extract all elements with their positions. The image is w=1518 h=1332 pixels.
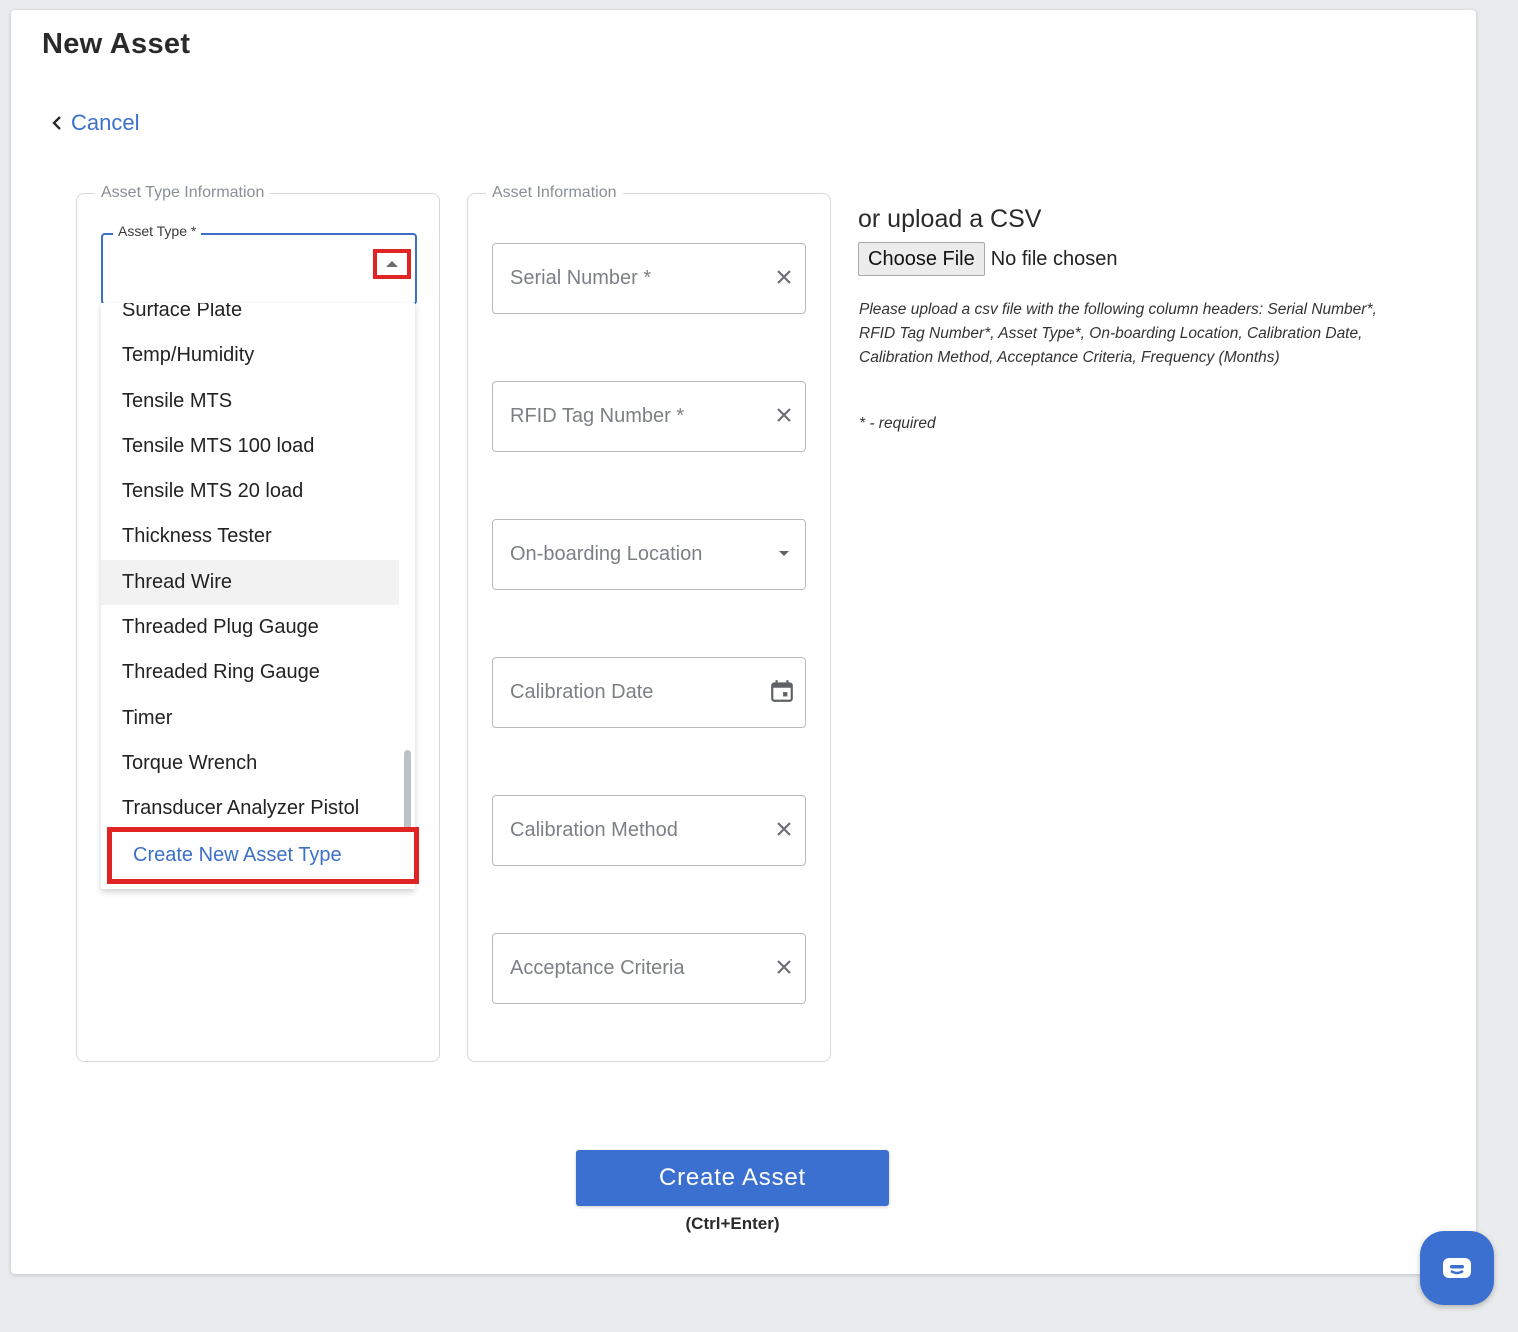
asset-information-legend: Asset Information [492, 184, 617, 201]
acceptance-criteria-placeholder: Acceptance Criteria [510, 957, 685, 979]
asset-type-option[interactable]: Threaded Plug Gauge [101, 605, 399, 650]
chat-launcher-button[interactable] [1420, 1231, 1494, 1305]
asset-type-option-hovered[interactable]: Thread Wire [101, 559, 399, 606]
clear-icon[interactable] [773, 956, 795, 978]
caret-up-icon [386, 261, 398, 267]
calibration-date-placeholder: Calibration Date [510, 681, 654, 703]
asset-type-information-legend: Asset Type Information [101, 184, 265, 201]
asset-type-dropdown-menu[interactable]: Surface Plate Temp/Humidity Tensile MTS … [101, 303, 415, 889]
dropdown-toggle-button[interactable] [373, 249, 411, 279]
chevron-left-icon [52, 116, 61, 130]
page-background: New Asset Cancel Asset Type Information … [0, 0, 1518, 1332]
csv-upload-title: or upload a CSV [858, 205, 1042, 233]
calibration-method-field[interactable]: Calibration Method [492, 795, 806, 866]
serial-number-placeholder: Serial Number * [510, 267, 652, 289]
asset-type-option[interactable]: Surface Plate [101, 303, 399, 333]
calendar-icon[interactable] [769, 678, 795, 704]
acceptance-criteria-field[interactable]: Acceptance Criteria [492, 933, 806, 1004]
required-note: * - required [859, 415, 936, 432]
calibration-date-field[interactable]: Calibration Date [492, 657, 806, 728]
clear-icon[interactable] [773, 404, 795, 426]
cancel-label: Cancel [71, 110, 140, 135]
rfid-tag-number-field[interactable]: RFID Tag Number * [492, 381, 806, 452]
keyboard-shortcut-hint: (Ctrl+Enter) [685, 1214, 780, 1233]
asset-type-option[interactable]: Tensile MTS 100 load [101, 424, 399, 469]
create-new-asset-type-option[interactable]: Create New Asset Type [107, 827, 419, 884]
asset-type-select[interactable]: Asset Type * [101, 223, 417, 305]
file-input: Choose File No file chosen [858, 242, 1117, 276]
asset-type-option[interactable]: Tensile MTS [101, 379, 399, 424]
file-status-text: No file chosen [990, 247, 1118, 270]
rfid-tag-number-placeholder: RFID Tag Number * [510, 405, 685, 427]
create-asset-button[interactable]: Create Asset [576, 1150, 889, 1206]
asset-type-option[interactable]: Thickness Tester [101, 514, 399, 559]
serial-number-field[interactable]: Serial Number * [492, 243, 806, 314]
asset-information-group: Asset Information [467, 184, 831, 1062]
onboarding-location-placeholder: On-boarding Location [510, 543, 703, 565]
asset-type-option[interactable]: Threaded Ring Gauge [101, 650, 399, 695]
calibration-method-placeholder: Calibration Method [510, 819, 678, 841]
asset-type-option[interactable]: Timer [101, 696, 399, 741]
cancel-link[interactable]: Cancel [49, 110, 139, 136]
asset-type-option[interactable]: Tensile MTS 20 load [101, 469, 399, 514]
csv-help-text: Please upload a csv file with the follow… [859, 301, 1377, 366]
asset-type-option[interactable]: Transducer Analyzer Pistol [101, 786, 399, 831]
dropdown-arrow-icon[interactable] [773, 542, 795, 564]
asset-type-select-label: Asset Type * [113, 223, 202, 239]
onboarding-location-select[interactable]: On-boarding Location [492, 519, 806, 590]
clear-icon[interactable] [773, 818, 795, 840]
choose-file-button[interactable]: Choose File [858, 242, 985, 276]
asset-type-option[interactable]: Temp/Humidity [101, 333, 399, 378]
asset-type-options-list: Surface Plate Temp/Humidity Tensile MTS … [101, 303, 399, 832]
clear-icon[interactable] [773, 266, 795, 288]
chat-icon [1443, 1258, 1471, 1278]
page-title: New Asset [42, 28, 191, 60]
asset-type-option[interactable]: Torque Wrench [101, 741, 399, 786]
